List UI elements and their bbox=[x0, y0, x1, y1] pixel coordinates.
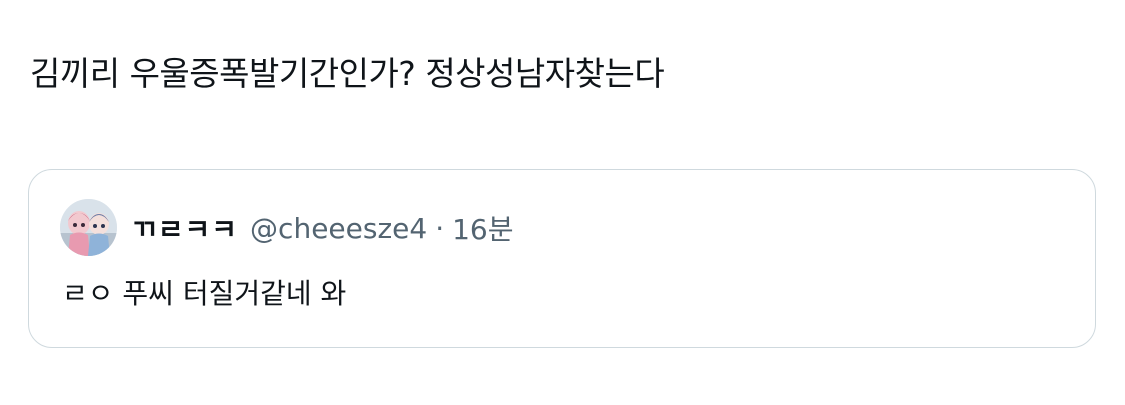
timestamp[interactable]: 16분 bbox=[452, 208, 513, 248]
avatar[interactable] bbox=[60, 199, 117, 256]
separator-dot: · bbox=[435, 211, 445, 245]
quoted-tweet-text: ㄹㅇ 푸씨 터질거같네 와 bbox=[62, 277, 347, 310]
tweet-text: 김끼리 우울증폭발기간인가? 정상성남자찾는다 bbox=[30, 54, 665, 93]
avatar-image-icon bbox=[60, 199, 117, 256]
display-name[interactable]: ㄲㄹㅋㅋ bbox=[131, 208, 238, 248]
user-handle[interactable]: @cheeesze4 bbox=[250, 212, 427, 245]
quoted-tweet-card[interactable]: ㄲㄹㅋㅋ @cheeesze4 · 16분 ㄹㅇ 푸씨 터질거같네 와 bbox=[28, 169, 1096, 348]
quote-header: ㄲㄹㅋㅋ @cheeesze4 · 16분 bbox=[131, 208, 514, 248]
